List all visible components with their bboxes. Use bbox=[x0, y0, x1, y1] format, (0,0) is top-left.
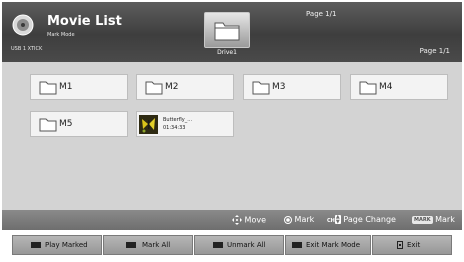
updown-icon: ▲ ▼ bbox=[334, 214, 341, 225]
exit-mark-mode-button[interactable]: Exit Mark Mode bbox=[285, 235, 371, 255]
hint-bar: Move Mark CH▲ ▼ Page Change MARK Mark bbox=[2, 210, 462, 230]
color-key-icon bbox=[213, 242, 223, 248]
source-label: USB 1 XTICK bbox=[11, 46, 43, 52]
unmark-all-label: Unmark All bbox=[227, 241, 266, 249]
file-grid: M1 M2 M3 M4 M5 Butterfly_... 01:34:33 bbox=[2, 62, 462, 210]
folder-label: M3 bbox=[272, 82, 286, 92]
video-thumbnail bbox=[139, 115, 158, 134]
hint-mark-key: MARK Mark bbox=[412, 215, 455, 224]
color-key-icon bbox=[126, 242, 136, 248]
folder-icon bbox=[39, 81, 57, 95]
hint-page-change-label: Page Change bbox=[343, 215, 396, 224]
ch-badge: CH bbox=[327, 218, 335, 224]
video-duration: 01:34:33 bbox=[163, 125, 186, 131]
hint-move-label: Move bbox=[244, 215, 266, 225]
play-marked-button[interactable]: Play Marked bbox=[12, 235, 102, 255]
folder-tile-m3[interactable]: M3 bbox=[243, 74, 341, 100]
folder-label: M5 bbox=[59, 119, 73, 129]
drive-label: Drive1 bbox=[217, 49, 237, 56]
color-key-icon bbox=[292, 242, 302, 248]
exit-button[interactable]: Exit bbox=[372, 235, 452, 255]
hint-mark2-label: Mark bbox=[435, 215, 455, 224]
page-title: Movie List bbox=[47, 14, 122, 29]
exit-mark-mode-label: Exit Mark Mode bbox=[306, 241, 361, 249]
folder-icon bbox=[214, 22, 240, 41]
video-name: Butterfly_... bbox=[163, 117, 193, 123]
play-marked-label: Play Marked bbox=[45, 241, 88, 249]
folder-tile-m4[interactable]: M4 bbox=[350, 74, 448, 100]
hint-page-change: CH▲ ▼ Page Change bbox=[327, 215, 396, 224]
folder-tile-m5[interactable]: M5 bbox=[30, 111, 128, 137]
folder-icon bbox=[252, 81, 270, 95]
folder-icon bbox=[145, 81, 163, 95]
mode-subtitle: Mark Mode bbox=[47, 32, 75, 38]
movie-list-screen: Movie List Mark Mode USB 1 XTICK Page 1/… bbox=[0, 0, 464, 262]
dpad-icon bbox=[232, 215, 242, 225]
folder-tile-m2[interactable]: M2 bbox=[136, 74, 234, 100]
header: Movie List Mark Mode USB 1 XTICK Page 1/… bbox=[2, 2, 462, 62]
drive-box bbox=[204, 12, 250, 48]
hint-mark-label: Mark bbox=[294, 215, 315, 224]
folder-tile-m1[interactable]: M1 bbox=[30, 74, 128, 100]
page-indicator: Page 1/1 bbox=[419, 47, 450, 55]
drive-selector[interactable]: Drive1 bbox=[202, 12, 252, 60]
exit-label: Exit bbox=[407, 241, 421, 249]
folder-icon bbox=[39, 118, 57, 132]
video-tile[interactable]: Butterfly_... 01:34:33 bbox=[136, 111, 234, 137]
mark-all-button[interactable]: Mark All bbox=[103, 235, 193, 255]
folder-label: M2 bbox=[165, 82, 179, 92]
folder-label: M1 bbox=[59, 82, 73, 92]
disc-icon bbox=[12, 14, 34, 36]
exit-icon bbox=[397, 241, 403, 249]
hint-mark: Mark bbox=[284, 215, 314, 224]
mark-key-badge: MARK bbox=[412, 215, 433, 224]
unmark-all-button[interactable]: Unmark All bbox=[194, 235, 284, 255]
folder-icon bbox=[359, 81, 377, 95]
color-key-icon bbox=[31, 242, 41, 248]
mark-all-label: Mark All bbox=[142, 241, 171, 249]
ok-button-icon bbox=[284, 215, 292, 224]
hint-move: Move bbox=[232, 215, 266, 225]
button-bar: Play Marked Mark All Unmark All Exit Mar… bbox=[2, 230, 462, 260]
page-indicator-top: Page 1/1 bbox=[306, 10, 337, 18]
folder-label: M4 bbox=[379, 82, 393, 92]
